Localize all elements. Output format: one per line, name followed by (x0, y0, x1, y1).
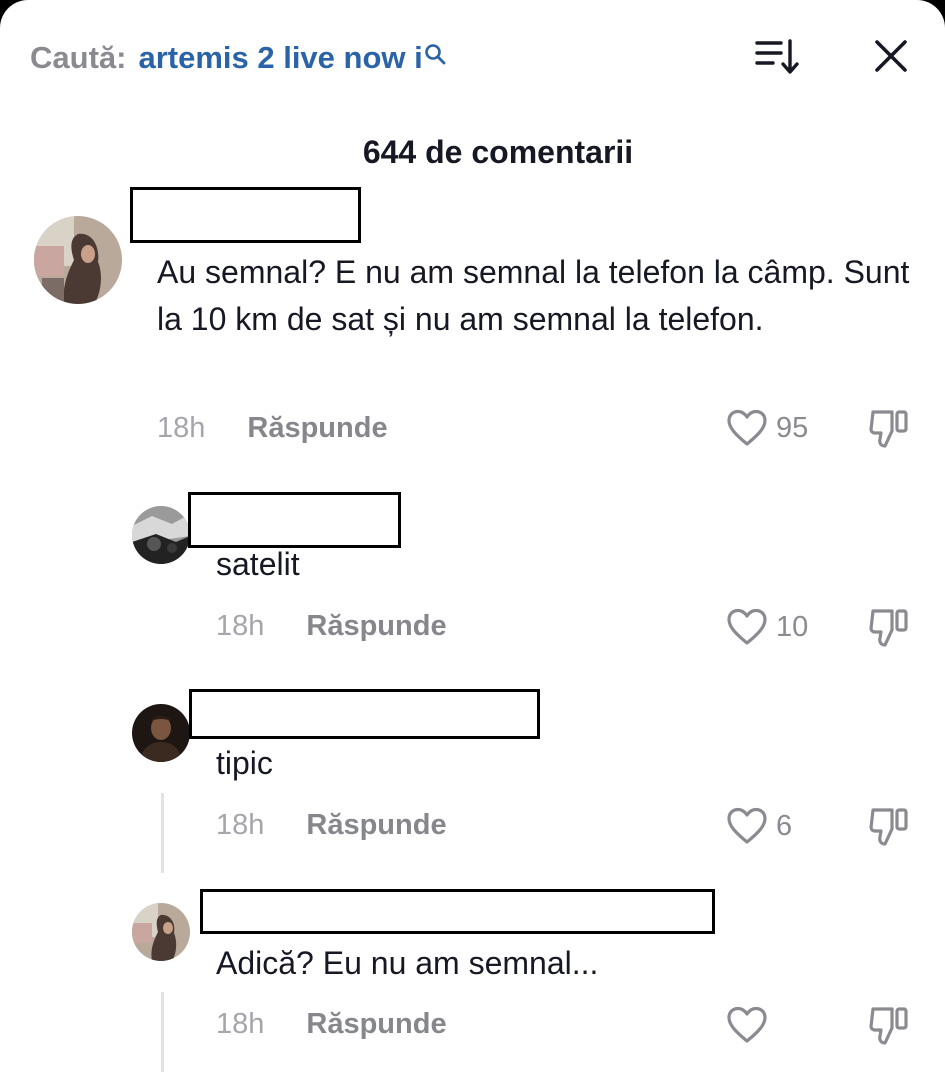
comment-meta: 18h Răspunde (216, 606, 447, 646)
like-button[interactable]: 6 (726, 804, 792, 848)
timestamp: 18h (216, 609, 265, 642)
search-icon (424, 37, 446, 65)
username-redacted (200, 889, 715, 934)
dislike-icon[interactable] (868, 406, 912, 450)
dislike-icon[interactable] (868, 1003, 912, 1047)
timestamp: 18h (157, 411, 206, 444)
heart-icon (727, 807, 767, 844)
timestamp: 18h (216, 808, 265, 841)
thread-line (161, 793, 164, 873)
like-button[interactable]: 95 (726, 406, 808, 450)
reply-button[interactable]: Răspunde (306, 809, 446, 842)
comment-meta: 18h Răspunde (216, 805, 447, 845)
comment-text: Adică? Eu nu am semnal... (216, 945, 599, 981)
comment-text: Au semnal? E nu am semnal la telefon la … (157, 254, 910, 337)
close-icon[interactable] (873, 38, 909, 74)
search-query-link[interactable]: artemis 2 live now i (138, 40, 422, 76)
like-count: 6 (776, 809, 793, 842)
reply-button[interactable]: Răspunde (247, 412, 387, 445)
reply-button[interactable]: Răspunde (306, 610, 446, 643)
comment-text: satelit (216, 546, 300, 582)
thread-line (161, 992, 164, 1072)
like-button[interactable]: 10 (726, 605, 808, 649)
dislike-icon[interactable] (868, 804, 912, 848)
comment-count: 644 de comentarii (362, 134, 634, 170)
comment-meta: 18h Răspunde (157, 408, 388, 448)
heart-icon (727, 608, 767, 645)
avatar[interactable] (132, 903, 190, 961)
search-suggestion[interactable]: Caută: artemis 2 live now i (30, 36, 446, 80)
dislike-icon[interactable] (868, 605, 912, 649)
reply-button[interactable]: Răspunde (306, 1008, 446, 1041)
heart-icon (727, 409, 767, 446)
username-redacted (189, 689, 540, 739)
heart-icon (727, 1006, 767, 1043)
avatar[interactable] (132, 506, 190, 564)
like-count: 10 (776, 610, 809, 643)
username-redacted (188, 492, 401, 548)
sort-icon[interactable] (755, 38, 801, 76)
avatar[interactable] (34, 216, 122, 304)
comments-sheet: Caută: artemis 2 live now i 644 de comen… (0, 0, 945, 1072)
comment-text: tipic (216, 745, 273, 781)
avatar[interactable] (132, 704, 190, 762)
timestamp: 18h (216, 1007, 265, 1040)
like-button[interactable] (726, 1003, 776, 1047)
like-count: 95 (776, 411, 809, 444)
username-redacted (130, 187, 361, 243)
search-prefix: Caută: (30, 40, 127, 75)
comment-meta: 18h Răspunde (216, 1004, 447, 1044)
